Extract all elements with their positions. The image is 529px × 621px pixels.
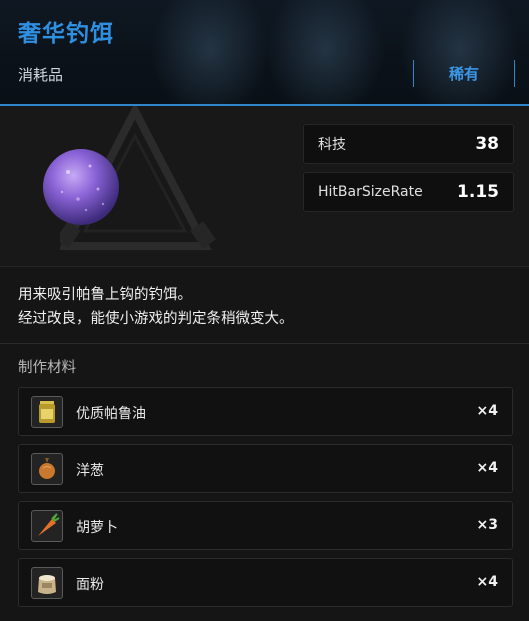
material-quantity: ×4 — [476, 403, 498, 419]
material-quantity: ×4 — [476, 574, 498, 590]
stat-value: 1.15 — [457, 182, 499, 202]
material-name: 优质帕鲁油 — [76, 406, 146, 422]
material-name: 洋葱 — [76, 463, 104, 479]
stat-label: HitBarSizeRate — [318, 184, 423, 200]
flour-sack-icon — [31, 567, 63, 599]
material-quantity: ×4 — [476, 460, 498, 476]
description-line: 用来吸引帕鲁上钩的钓饵。 — [18, 287, 192, 303]
description-line: 经过改良，能使小游戏的判定条稍微变大。 — [18, 311, 294, 327]
oil-jar-icon — [31, 396, 63, 428]
item-category: 消耗品 — [18, 66, 64, 84]
materials-heading: 制作材料 — [18, 360, 76, 376]
material-name: 胡萝卜 — [76, 520, 118, 536]
onion-icon — [31, 453, 63, 485]
material-name: 面粉 — [76, 577, 104, 593]
material-row: 优质帕鲁油 ×4 — [18, 387, 513, 436]
header-light-decoration — [400, 0, 520, 104]
item-detail-panel: 奢华钓饵 消耗品 稀有 科技 38 HitBarSizeRate 1.15 用来… — [0, 0, 529, 621]
rarity-badge: 稀有 — [413, 60, 515, 87]
item-hero: 科技 38 HitBarSizeRate 1.15 — [0, 106, 529, 267]
stat-label: 科技 — [318, 137, 346, 153]
purple-orb-bait-icon — [38, 144, 124, 234]
item-title: 奢华钓饵 — [18, 21, 114, 47]
item-description: 用来吸引帕鲁上钩的钓饵。 经过改良，能使小游戏的判定条稍微变大。 — [0, 267, 529, 344]
material-row: 洋葱 ×4 — [18, 444, 513, 493]
stat-value: 38 — [475, 134, 499, 154]
item-header: 奢华钓饵 消耗品 稀有 — [0, 0, 529, 106]
material-row: 面粉 ×4 — [18, 558, 513, 607]
header-light-decoration — [265, 0, 385, 104]
header-light-decoration — [150, 0, 270, 104]
stat-row-tech: 科技 38 — [303, 124, 514, 164]
material-quantity: ×3 — [476, 517, 498, 533]
stat-row-hitbar: HitBarSizeRate 1.15 — [303, 172, 514, 212]
carrot-icon — [31, 510, 63, 542]
material-row: 胡萝卜 ×3 — [18, 501, 513, 550]
